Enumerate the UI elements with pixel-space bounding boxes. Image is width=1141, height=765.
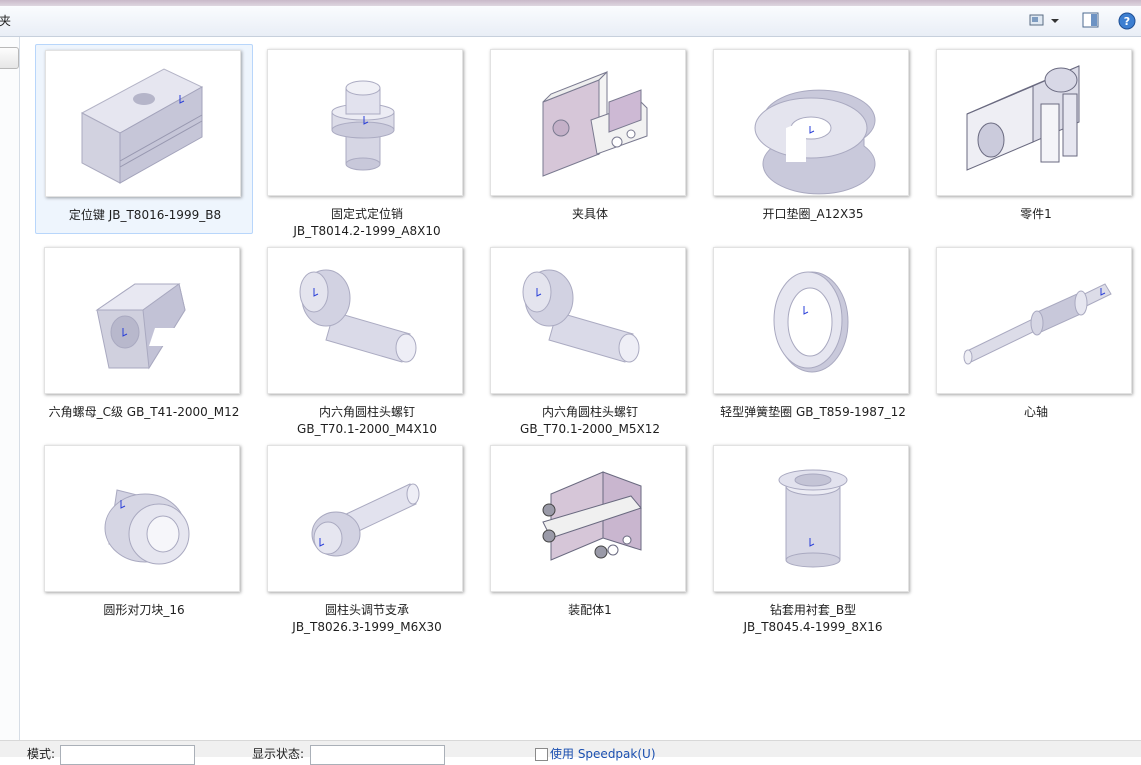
status-bar: 模式: 显示状态: 使用 Speedpak(U) <box>0 740 1141 765</box>
thumbnail-adjustable-support <box>267 445 463 592</box>
file-tile[interactable]: 六角螺母_C级 GB_T41-2000_M12 <box>35 242 253 432</box>
file-tile[interactable]: 开口垫圈_A12X35 <box>704 44 922 234</box>
dropdown-arrow-icon[interactable] <box>1050 12 1060 28</box>
thumbnail-hex-nut <box>44 247 240 394</box>
file-label: 内六角圆柱头螺钉 GB_T70.1-2000_M5X12 <box>520 405 660 436</box>
file-label: 轻型弹簧垫圈 GB_T859-1987_12 <box>720 405 906 419</box>
thumbnail-fixture-body <box>490 49 686 196</box>
navigation-pane-button[interactable] <box>0 47 19 69</box>
preview-pane-icon[interactable] <box>1082 12 1099 28</box>
thumbnail-open-washer <box>713 49 909 196</box>
speedpak-label[interactable]: 使用 Speedpak(U) <box>550 745 656 762</box>
file-tile[interactable]: 心轴 <box>927 242 1141 432</box>
file-label: 装配体1 <box>568 603 612 617</box>
file-tile[interactable]: 圆柱头调节支承 JB_T8026.3-1999_M6X30 <box>258 440 476 634</box>
mode-label: 模式: <box>27 747 56 761</box>
thumbnail-socket-screw-m4 <box>267 247 463 394</box>
file-tile[interactable]: 圆形对刀块_16 <box>35 440 253 630</box>
view-icon[interactable] <box>1029 12 1045 28</box>
file-label: 夹具体 <box>571 207 608 221</box>
thumbnail-assembly1 <box>490 445 686 592</box>
file-label: 固定式定位销 JB_T8014.2-1999_A8X10 <box>293 207 441 238</box>
thumbnail-fixed-locating-pin <box>267 49 463 196</box>
svg-text:?: ? <box>1124 15 1130 28</box>
file-tile[interactable]: 固定式定位销 JB_T8014.2-1999_A8X10 <box>258 44 476 238</box>
navigation-pane <box>0 37 20 740</box>
file-label: 圆柱头调节支承 JB_T8026.3-1999_M6X30 <box>292 603 442 634</box>
file-tile[interactable]: 装配体1 <box>481 440 699 630</box>
file-grid: 定位键 JB_T8016-1999_B8 固定式定位销 JB_T8014.2-1… <box>20 37 1141 740</box>
thumbnail-part1 <box>936 49 1132 196</box>
file-tile[interactable]: 夹具体 <box>481 44 699 234</box>
toolbar: 夹 ? <box>0 6 1141 37</box>
file-label: 零件1 <box>1020 207 1052 221</box>
file-tile[interactable]: 定位键 JB_T8016-1999_B8 <box>35 44 253 234</box>
thumbnail-round-setting-block <box>44 445 240 592</box>
thumbnail-locating-key <box>45 50 241 197</box>
display-state-select[interactable] <box>310 745 445 765</box>
file-tile[interactable]: 钻套用衬套_B型 JB_T8045.4-1999_8X16 <box>704 440 922 634</box>
speedpak-checkbox[interactable] <box>535 748 548 761</box>
file-tile[interactable]: 轻型弹簧垫圈 GB_T859-1987_12 <box>704 242 922 432</box>
file-label: 钻套用衬套_B型 JB_T8045.4-1999_8X16 <box>743 603 883 634</box>
file-label: 圆形对刀块_16 <box>103 603 185 617</box>
file-label: 开口垫圈_A12X35 <box>762 207 864 221</box>
file-tile[interactable]: 零件1 <box>927 44 1141 234</box>
thumbnail-drill-bushing-liner <box>713 445 909 592</box>
breadcrumb: 夹 <box>0 14 12 28</box>
help-icon[interactable]: ? <box>1118 12 1136 30</box>
file-label: 定位键 JB_T8016-1999_B8 <box>68 208 222 222</box>
file-tile[interactable]: 内六角圆柱头螺钉 GB_T70.1-2000_M5X12 <box>481 242 699 436</box>
file-label: 六角螺母_C级 GB_T41-2000_M12 <box>48 405 240 419</box>
thumbnail-spring-washer <box>713 247 909 394</box>
mode-select[interactable] <box>60 745 195 765</box>
thumbnail-mandrel <box>936 247 1132 394</box>
file-label: 内六角圆柱头螺钉 GB_T70.1-2000_M4X10 <box>297 405 437 436</box>
thumbnail-socket-screw-m5 <box>490 247 686 394</box>
file-tile[interactable]: 内六角圆柱头螺钉 GB_T70.1-2000_M4X10 <box>258 242 476 436</box>
display-state-label: 显示状态: <box>252 747 305 761</box>
file-label: 心轴 <box>1023 405 1048 419</box>
